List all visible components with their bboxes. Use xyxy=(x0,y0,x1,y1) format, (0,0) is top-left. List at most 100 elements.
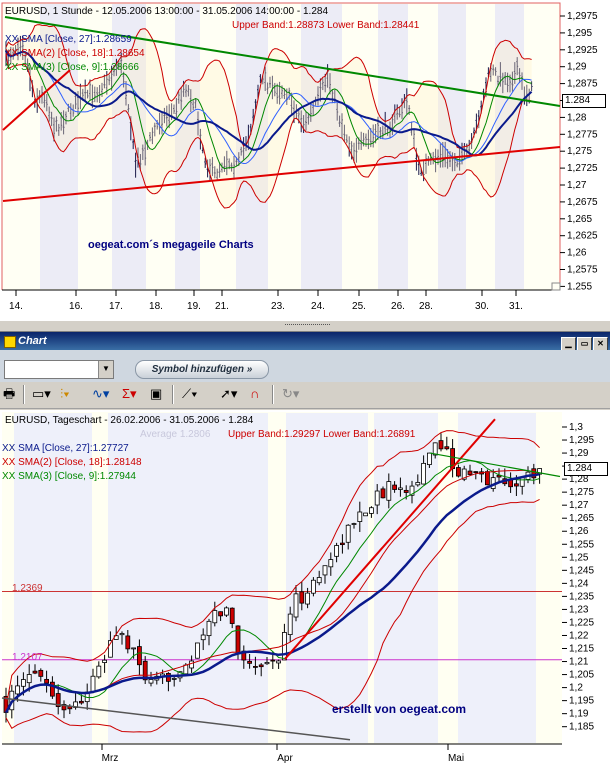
candle-body xyxy=(96,665,102,678)
magnet-icon[interactable]: ∩ xyxy=(250,386,259,402)
bottom-ghost-text: Average 1.2806 xyxy=(140,429,211,440)
bottom-last-price-badge: 1.284 xyxy=(564,462,608,476)
candle-body xyxy=(514,483,519,487)
top-xtick-label: 19. xyxy=(187,301,201,312)
bottom-ytick-label: 1,2 xyxy=(569,683,583,694)
restore-icon[interactable]: ▭ xyxy=(577,337,592,351)
candle-body xyxy=(299,591,305,604)
top-xtick-label: 17. xyxy=(109,301,123,312)
candle-body xyxy=(473,471,479,474)
candle-body xyxy=(438,440,444,450)
top-ytick-label: 1,275 xyxy=(567,146,592,157)
candle-body xyxy=(455,467,461,477)
candle-body xyxy=(305,592,311,605)
minimize-icon[interactable]: ▁ xyxy=(561,337,576,351)
candle-body xyxy=(200,634,206,641)
indicator-icon[interactable]: ∿▾ xyxy=(92,386,109,402)
bottom-xtick-label: Apr xyxy=(277,753,293,764)
candle-body xyxy=(171,678,177,680)
top-ytick-label: 1,29 xyxy=(567,62,587,73)
bottom-chart-panel[interactable]: 1,31,2951,291,2851,281,2751,271,2651,261… xyxy=(0,410,610,765)
chart-type-icon[interactable]: ⫶▾ xyxy=(60,386,70,402)
bottom-xtick-label: Mai xyxy=(448,753,464,764)
candle-body xyxy=(444,446,450,450)
printer-icon[interactable]: 🖶 xyxy=(3,386,15,402)
candle-body xyxy=(397,487,403,490)
candle-body xyxy=(136,646,142,666)
candle-body xyxy=(229,607,235,624)
bottom-ytick-label: 1,3 xyxy=(569,422,583,433)
candle-body xyxy=(287,613,293,635)
candle-body xyxy=(426,452,432,466)
pane-splitter[interactable] xyxy=(0,320,610,332)
undo-icon[interactable]: ↻▾ xyxy=(282,386,299,402)
top-watermark: oegeat.com´s megageile Charts xyxy=(88,239,254,251)
candle-body xyxy=(421,462,427,485)
bottom-chart-title: EURUSD, Tageschart - 26.02.2006 - 31.05.… xyxy=(5,415,254,426)
symbol-select[interactable]: ▼ xyxy=(4,360,114,379)
bottom-chart-bands: Upper Band:1.29297 Lower Band:1.26891 xyxy=(228,429,416,440)
chart-window-icon-button[interactable]: ▭▾ xyxy=(32,386,51,402)
top-ytick-label: 1,27 xyxy=(567,180,587,191)
close-icon[interactable]: ✕ xyxy=(593,337,608,351)
top-last-price-badge: 1.284 xyxy=(562,94,606,108)
bottom-ytick-label: 1,255 xyxy=(569,539,594,550)
top-chart-title: EURUSD, 1 Stunde - 12.05.2006 13:00:00 -… xyxy=(5,6,329,17)
top-xtick-label: 28. xyxy=(419,301,433,312)
top-chart-bands: Upper Band:1.28873 Lower Band:1.28441 xyxy=(232,20,420,31)
top-legend-sma18: XX SMA(2) [Close, 18]:1.28654 xyxy=(5,48,145,59)
chart-toolbar: 🖶 ▭▾ ⫶▾ ∿▾ Σ▾ ▣ ⟋▾ ➚▾ ∩ ↻▾ xyxy=(0,382,610,409)
candle-body xyxy=(415,482,421,486)
bottom-ytick-label: 1,235 xyxy=(569,591,594,602)
candle-body xyxy=(316,577,322,584)
chart-window-titlebar[interactable]: Chart ▁ ▭ ✕ xyxy=(0,332,610,351)
candle-body xyxy=(183,664,189,675)
top-xtick-label: 31. xyxy=(509,301,523,312)
candle-body xyxy=(368,507,374,514)
bottom-ytick-label: 1,21 xyxy=(569,657,589,668)
bottom-ytick-label: 1,245 xyxy=(569,565,594,576)
candle-body xyxy=(119,633,125,636)
top-ytick-label: 1,2625 xyxy=(567,231,598,242)
candle-body xyxy=(26,674,32,684)
candle-body xyxy=(293,593,299,618)
sigma-icon[interactable]: Σ▾ xyxy=(122,386,137,402)
bottom-ytick-label: 1,27 xyxy=(569,500,589,511)
candle-body xyxy=(20,679,26,687)
top-xtick-label: 18. xyxy=(149,301,163,312)
add-symbol-button[interactable]: Symbol hinzufügen » xyxy=(135,360,269,379)
candle-body xyxy=(15,685,21,695)
candle-body xyxy=(392,484,398,490)
top-ytick-label: 1,2575 xyxy=(567,265,598,276)
top-xtick-label: 14. xyxy=(9,301,23,312)
top-chart-panel[interactable]: 1,29751,2951,29251,291,28751,28251,281,2… xyxy=(0,0,610,320)
bottom-ytick-label: 1,26 xyxy=(569,526,589,537)
top-legend-sma9: XX SMA(3) [Close, 9]:1.28666 xyxy=(5,62,139,73)
bottom-ytick-label: 1,205 xyxy=(569,670,594,681)
candle-body xyxy=(90,675,96,693)
draw-line-icon[interactable]: ⟋▾ xyxy=(182,386,197,402)
chevron-down-icon[interactable]: ▼ xyxy=(98,361,113,378)
candle-body xyxy=(38,669,44,677)
candle-body xyxy=(281,632,287,661)
chart-window-icon xyxy=(4,336,16,348)
candle-body xyxy=(310,579,316,594)
bottom-period-shade xyxy=(458,413,536,743)
bottom-legend-sma9: XX SMA(3) [Close, 9]:1.27944 xyxy=(2,471,136,482)
candle-body xyxy=(252,666,258,668)
bottom-xaxis-bg xyxy=(0,744,610,765)
top-xtick-label: 16. xyxy=(69,301,83,312)
bottom-legend-sma18: XX SMA(2) [Close, 18]:1.28148 xyxy=(2,457,142,468)
candle-body xyxy=(125,635,131,650)
properties-icon[interactable]: ▣ xyxy=(150,386,162,402)
candle-body xyxy=(264,662,270,665)
bottom-ytick-label: 1,215 xyxy=(569,644,594,655)
candle-body xyxy=(339,542,345,546)
candle-body xyxy=(328,559,334,568)
candle-body xyxy=(189,660,195,669)
candle-body xyxy=(334,545,340,557)
candle-body xyxy=(276,660,282,664)
cursor-icon[interactable]: ➚▾ xyxy=(220,386,237,402)
bottom-ytick-label: 1,195 xyxy=(569,696,594,707)
top-ytick-label: 1,2975 xyxy=(567,11,598,22)
